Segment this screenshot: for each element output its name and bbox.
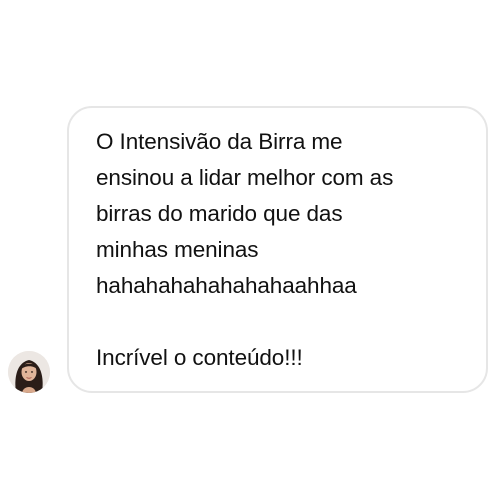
user-avatar-icon [8,351,50,393]
chat-thread: O Intensivão da Birra me ensinou a lidar… [0,0,500,500]
message-line: hahahahahahahahaahhaa [96,273,357,298]
message-line: O Intensivão da Birra me [96,129,343,154]
message-line: birras do marido que das [96,201,343,226]
message-spacer [96,304,466,340]
message-bubble: O Intensivão da Birra me ensinou a lidar… [67,106,488,393]
message-closing-line: Incrível o conteúdo!!! [96,345,303,370]
sender-avatar[interactable] [8,351,50,393]
message-line: ensinou a lidar melhor com as [96,165,394,190]
message-line: minhas meninas [96,237,259,262]
